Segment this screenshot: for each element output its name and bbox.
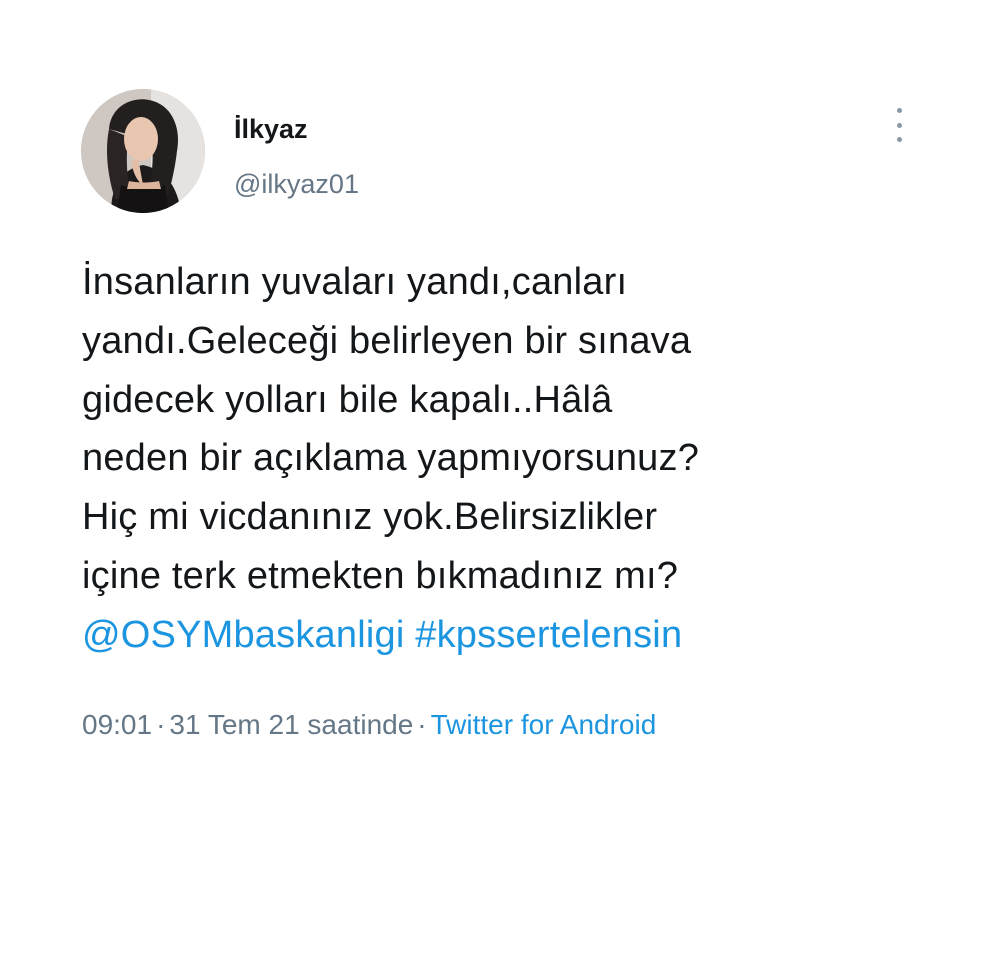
more-vertical-icon-dot [896,137,902,142]
tweet-text-line: İnsanların yuvaları yandı,canları [82,261,628,303]
tweet-text-line: neden bir açıklama yapmıyorsunuz? [82,437,700,480]
tweet-text-line: gidecek yolları bile kapalı..Hâlâ [82,378,613,421]
meta-separator: · [156,709,166,740]
display-name[interactable]: İlkyaz [234,113,308,145]
avatar[interactable] [81,89,205,213]
avatar-image [81,89,205,213]
user-handle[interactable]: @ilkyaz01 [234,168,359,200]
more-options-button[interactable] [884,108,914,142]
hashtag-link[interactable]: #kpssertelensin [415,614,682,656]
tweet-time[interactable]: 09:01 [82,709,152,740]
tweet-text: İnsanların yuvaları yandı,canları yandı.… [82,253,962,665]
tweet-text-line: Hiç mi vicdanınız yok.Belirsizlikler [82,496,658,539]
tweet-source-link[interactable]: Twitter for Android [431,709,657,740]
tweet-card: İlkyaz @ilkyaz01 İnsanların yuvaları yan… [0,0,1000,953]
tweet-links-line: @OSYMbaskanligi #kpssertelensin [82,606,962,665]
tweet-text-line: içine terk etmekten bıkmadınız mı? [82,554,679,597]
more-vertical-icon [896,108,902,113]
tweet-date[interactable]: 31 Tem 21 saatinde [169,709,413,740]
more-vertical-icon-dot [896,122,902,128]
tweet-text-line: yandı.Geleceği belirleyen bir sınava [82,319,692,362]
mention-link[interactable]: @OSYMbaskanligi [82,614,404,656]
meta-separator: · [417,709,427,740]
tweet-meta: 09:01 · 31 Tem 21 saatinde · Twitter for And… [82,708,656,742]
